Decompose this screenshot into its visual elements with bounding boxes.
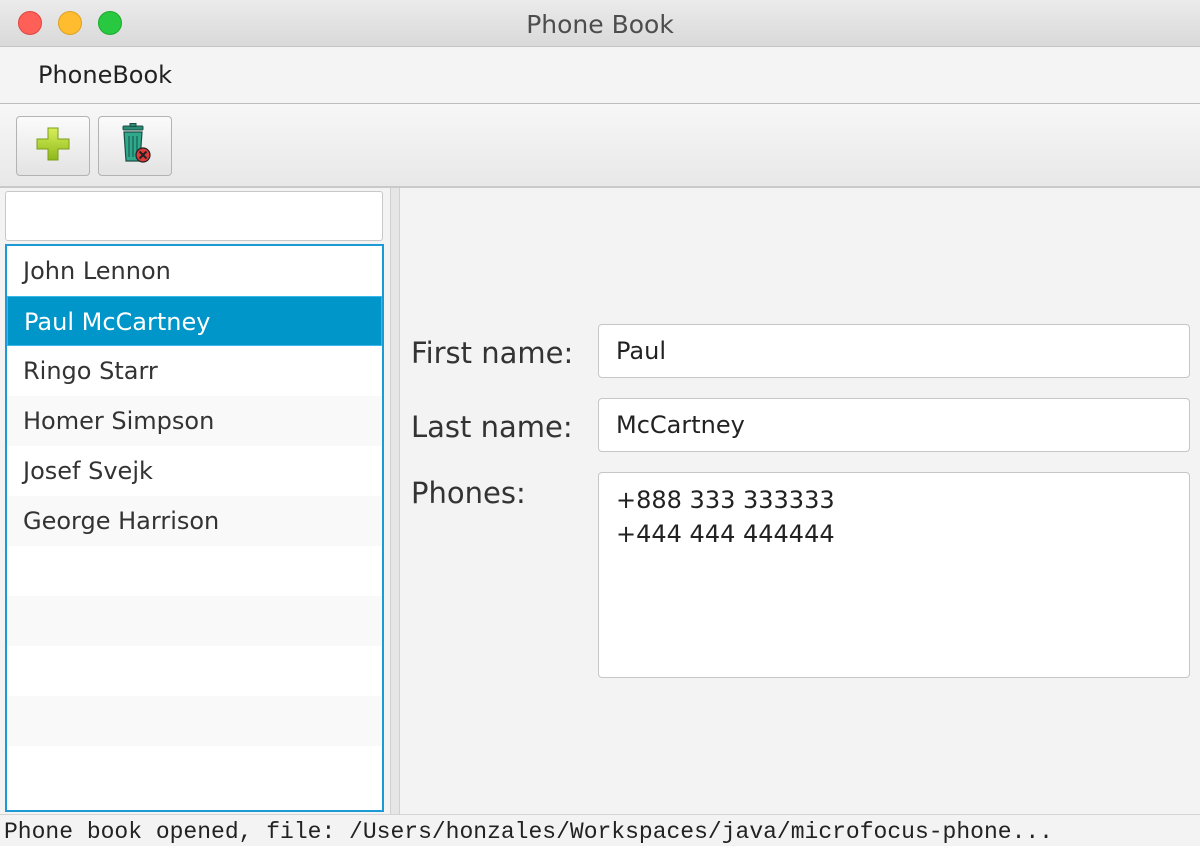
trash-icon (117, 123, 153, 169)
list-item[interactable]: Homer Simpson (7, 396, 382, 446)
phone-line: +888 333 333333 (616, 486, 835, 514)
list-item[interactable]: Ringo Starr (7, 346, 382, 396)
contacts-list[interactable]: John Lennon Paul McCartney Ringo Starr Home… (5, 244, 384, 812)
last-name-field[interactable] (598, 398, 1190, 452)
menu-phonebook[interactable]: PhoneBook (38, 61, 172, 89)
last-name-label: Last name: (411, 410, 573, 444)
status-bar: Phone book opened, file: /Users/honzales… (0, 814, 1200, 846)
first-name-field[interactable] (598, 324, 1190, 378)
title-bar: Phone Book (0, 0, 1200, 47)
details-pane: First name: Last name: Phones: +888 333 … (401, 188, 1200, 814)
phone-book-window: Phone Book PhoneBook John Lennon Paul Mc… (0, 0, 1200, 846)
contacts-pane: John Lennon Paul McCartney Ringo Starr Home… (0, 188, 390, 814)
split-pane-divider[interactable] (390, 188, 400, 814)
phones-textarea[interactable]: +888 333 333333 +444 444 444444 (598, 472, 1190, 678)
empty-list-row (7, 696, 382, 746)
list-item[interactable]: Josef Svejk (7, 446, 382, 496)
window-title: Phone Book (526, 10, 674, 39)
add-contact-button[interactable] (16, 116, 90, 176)
menu-bar: PhoneBook (0, 47, 1200, 104)
empty-list-row (7, 746, 382, 796)
first-name-label: First name: (411, 336, 574, 370)
list-item[interactable]: Paul McCartney (7, 296, 382, 346)
search-input[interactable] (5, 191, 383, 241)
empty-list-row (7, 596, 382, 646)
empty-list-row (7, 546, 382, 596)
list-item[interactable]: John Lennon (7, 246, 382, 296)
plus-icon (33, 124, 73, 168)
toolbar (0, 104, 1200, 188)
delete-contact-button[interactable] (98, 116, 172, 176)
phone-line: +444 444 444444 (616, 520, 835, 548)
empty-list-row (7, 646, 382, 696)
status-text: Phone book opened, file: /Users/honzales… (4, 819, 1053, 845)
phones-label: Phones: (411, 476, 526, 510)
list-item[interactable]: George Harrison (7, 496, 382, 546)
